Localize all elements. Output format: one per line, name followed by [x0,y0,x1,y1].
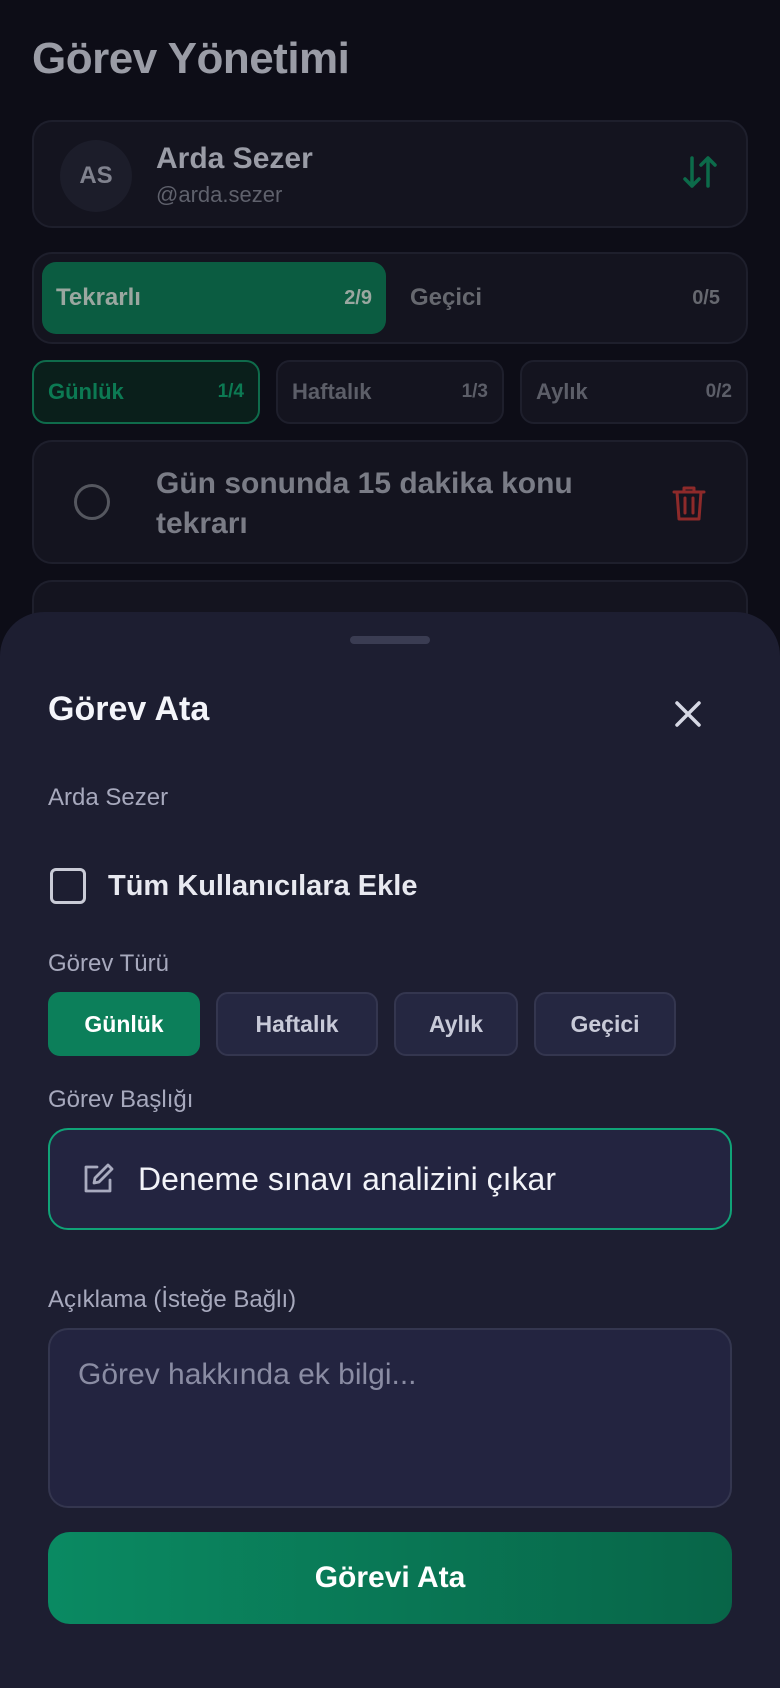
task-title: Gün sonunda 15 dakika konu tekrarı [156,467,573,540]
tab-recurring[interactable]: Tekrarlı 2/9 [42,262,386,334]
tab-temporary[interactable]: Geçici 0/5 [390,262,734,334]
segment-tabs: Tekrarlı 2/9 Geçici 0/5 [32,252,748,344]
description-placeholder: Görev hakkında ek bilgi... [78,1358,417,1391]
user-handle: @arda.sezer [156,182,283,207]
trash-icon[interactable] [672,484,706,522]
type-weekly-button[interactable]: Haftalık [216,992,378,1056]
period-tab-label: Aylık [536,379,588,404]
user-name: Arda Sezer [156,142,313,175]
close-button[interactable] [668,694,708,734]
period-tab-label: Haftalık [292,379,372,404]
task-title-input[interactable]: Deneme sınavı analizini çıkar [48,1128,732,1230]
type-daily-button[interactable]: Günlük [48,992,200,1056]
period-tab-count: 1/3 [461,381,488,402]
period-tab-count: 1/4 [217,381,244,402]
tab-recurring-label: Tekrarlı [56,284,141,311]
period-tab-weekly[interactable]: Haftalık 1/3 [276,360,504,424]
type-temporary-button[interactable]: Geçici [534,992,676,1056]
task-card: Gün sonunda 15 dakika konu tekrarı [32,440,748,564]
task-complete-toggle[interactable] [74,484,110,520]
tab-temporary-count: 0/5 [692,286,720,309]
task-title-label: Görev Başlığı [48,1086,194,1113]
description-textarea[interactable]: Görev hakkında ek bilgi... [48,1328,732,1508]
page-title: Görev Yönetimi [32,34,350,83]
add-to-all-users-label: Tüm Kullanıcılara Ekle [108,869,418,902]
type-monthly-button[interactable]: Aylık [394,992,518,1056]
period-tab-monthly[interactable]: Aylık 0/2 [520,360,748,424]
tab-temporary-label: Geçici [410,284,483,311]
close-icon [675,701,701,727]
period-tab-daily[interactable]: Günlük 1/4 [32,360,260,424]
description-label: Açıklama (İsteğe Bağlı) [48,1286,297,1313]
sort-arrows-icon[interactable] [680,152,720,192]
assign-task-button[interactable]: Görevi Ata [48,1532,732,1624]
task-title-value: Deneme sınavı analizini çıkar [138,1160,556,1197]
avatar: AS [60,140,132,212]
period-tab-label: Günlük [48,379,124,404]
assign-task-sheet: Görev Ata Arda Sezer Tüm Kullanıcılara E… [0,612,780,1688]
sheet-title: Görev Ata [48,690,210,728]
edit-icon [84,1163,114,1193]
tab-recurring-count: 2/9 [344,286,372,309]
task-type-label: Görev Türü [48,950,169,977]
add-to-all-users-toggle[interactable]: Tüm Kullanıcılara Ekle [50,868,417,904]
add-to-all-users-checkbox[interactable] [50,868,86,904]
user-card[interactable]: AS Arda Sezer @arda.sezer [32,120,748,228]
sheet-drag-handle[interactable] [350,636,430,644]
target-user-name: Arda Sezer [48,784,169,811]
period-tab-count: 0/2 [705,381,732,402]
